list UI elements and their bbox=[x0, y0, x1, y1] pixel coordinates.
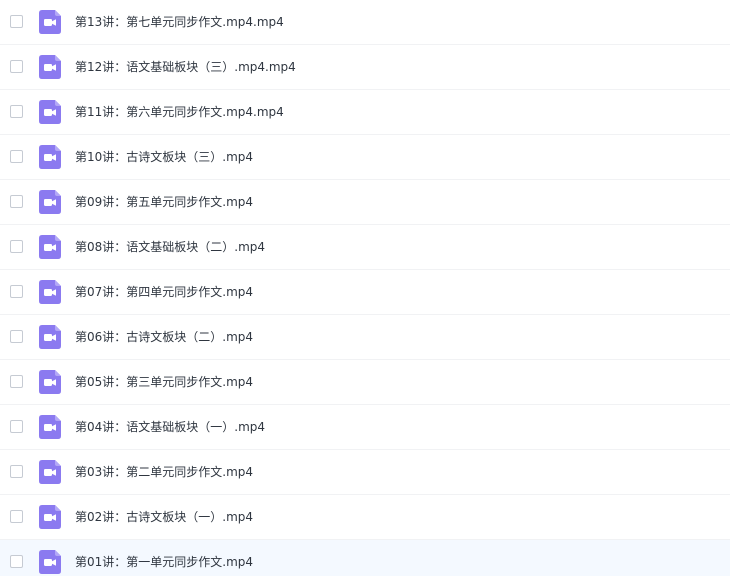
video-file-icon bbox=[39, 370, 61, 394]
video-file-icon bbox=[39, 325, 61, 349]
video-file-icon bbox=[39, 415, 61, 439]
file-row[interactable]: 第12讲：语文基础板块（三）.mp4.mp4 bbox=[0, 45, 730, 90]
file-checkbox[interactable] bbox=[10, 510, 23, 523]
file-checkbox[interactable] bbox=[10, 195, 23, 208]
file-name[interactable]: 第02讲：古诗文板块（一）.mp4 bbox=[75, 495, 253, 540]
file-row[interactable]: 第08讲：语文基础板块（二）.mp4 bbox=[0, 225, 730, 270]
file-checkbox[interactable] bbox=[10, 285, 23, 298]
file-row[interactable]: 第06讲：古诗文板块（二）.mp4 bbox=[0, 315, 730, 360]
file-name[interactable]: 第10讲：古诗文板块（三）.mp4 bbox=[75, 135, 253, 180]
video-file-icon bbox=[39, 550, 61, 574]
video-file-icon bbox=[39, 505, 61, 529]
file-checkbox[interactable] bbox=[10, 105, 23, 118]
file-checkbox[interactable] bbox=[10, 555, 23, 568]
video-file-icon bbox=[39, 100, 61, 124]
file-checkbox[interactable] bbox=[10, 420, 23, 433]
file-name[interactable]: 第11讲：第六单元同步作文.mp4.mp4 bbox=[75, 90, 284, 135]
file-checkbox[interactable] bbox=[10, 240, 23, 253]
video-file-icon bbox=[39, 235, 61, 259]
file-name[interactable]: 第08讲：语文基础板块（二）.mp4 bbox=[75, 225, 265, 270]
file-row[interactable]: 第11讲：第六单元同步作文.mp4.mp4 bbox=[0, 90, 730, 135]
video-file-icon bbox=[39, 190, 61, 214]
file-checkbox[interactable] bbox=[10, 330, 23, 343]
file-checkbox[interactable] bbox=[10, 60, 23, 73]
video-file-icon bbox=[39, 460, 61, 484]
file-row[interactable]: 第01讲：第一单元同步作文.mp4 bbox=[0, 540, 730, 576]
file-name[interactable]: 第07讲：第四单元同步作文.mp4 bbox=[75, 270, 253, 315]
file-name[interactable]: 第05讲：第三单元同步作文.mp4 bbox=[75, 360, 253, 405]
file-name[interactable]: 第12讲：语文基础板块（三）.mp4.mp4 bbox=[75, 45, 296, 90]
video-file-icon bbox=[39, 145, 61, 169]
video-file-icon bbox=[39, 280, 61, 304]
file-row[interactable]: 第07讲：第四单元同步作文.mp4 bbox=[0, 270, 730, 315]
file-row[interactable]: 第13讲：第七单元同步作文.mp4.mp4 bbox=[0, 0, 730, 45]
file-name[interactable]: 第06讲：古诗文板块（二）.mp4 bbox=[75, 315, 253, 360]
video-file-icon bbox=[39, 10, 61, 34]
file-checkbox[interactable] bbox=[10, 150, 23, 163]
file-checkbox[interactable] bbox=[10, 15, 23, 28]
file-name[interactable]: 第04讲：语文基础板块（一）.mp4 bbox=[75, 405, 265, 450]
file-row[interactable]: 第10讲：古诗文板块（三）.mp4 bbox=[0, 135, 730, 180]
file-checkbox[interactable] bbox=[10, 465, 23, 478]
file-row[interactable]: 第04讲：语文基础板块（一）.mp4 bbox=[0, 405, 730, 450]
file-list: 第13讲：第七单元同步作文.mp4.mp4 第12讲：语文基础板块（三）.mp4… bbox=[0, 0, 730, 576]
file-name[interactable]: 第01讲：第一单元同步作文.mp4 bbox=[75, 540, 253, 576]
file-row[interactable]: 第03讲：第二单元同步作文.mp4 bbox=[0, 450, 730, 495]
video-file-icon bbox=[39, 55, 61, 79]
file-row[interactable]: 第02讲：古诗文板块（一）.mp4 bbox=[0, 495, 730, 540]
file-name[interactable]: 第13讲：第七单元同步作文.mp4.mp4 bbox=[75, 0, 284, 45]
file-checkbox[interactable] bbox=[10, 375, 23, 388]
file-row[interactable]: 第09讲：第五单元同步作文.mp4 bbox=[0, 180, 730, 225]
file-name[interactable]: 第03讲：第二单元同步作文.mp4 bbox=[75, 450, 253, 495]
file-row[interactable]: 第05讲：第三单元同步作文.mp4 bbox=[0, 360, 730, 405]
file-name[interactable]: 第09讲：第五单元同步作文.mp4 bbox=[75, 180, 253, 225]
